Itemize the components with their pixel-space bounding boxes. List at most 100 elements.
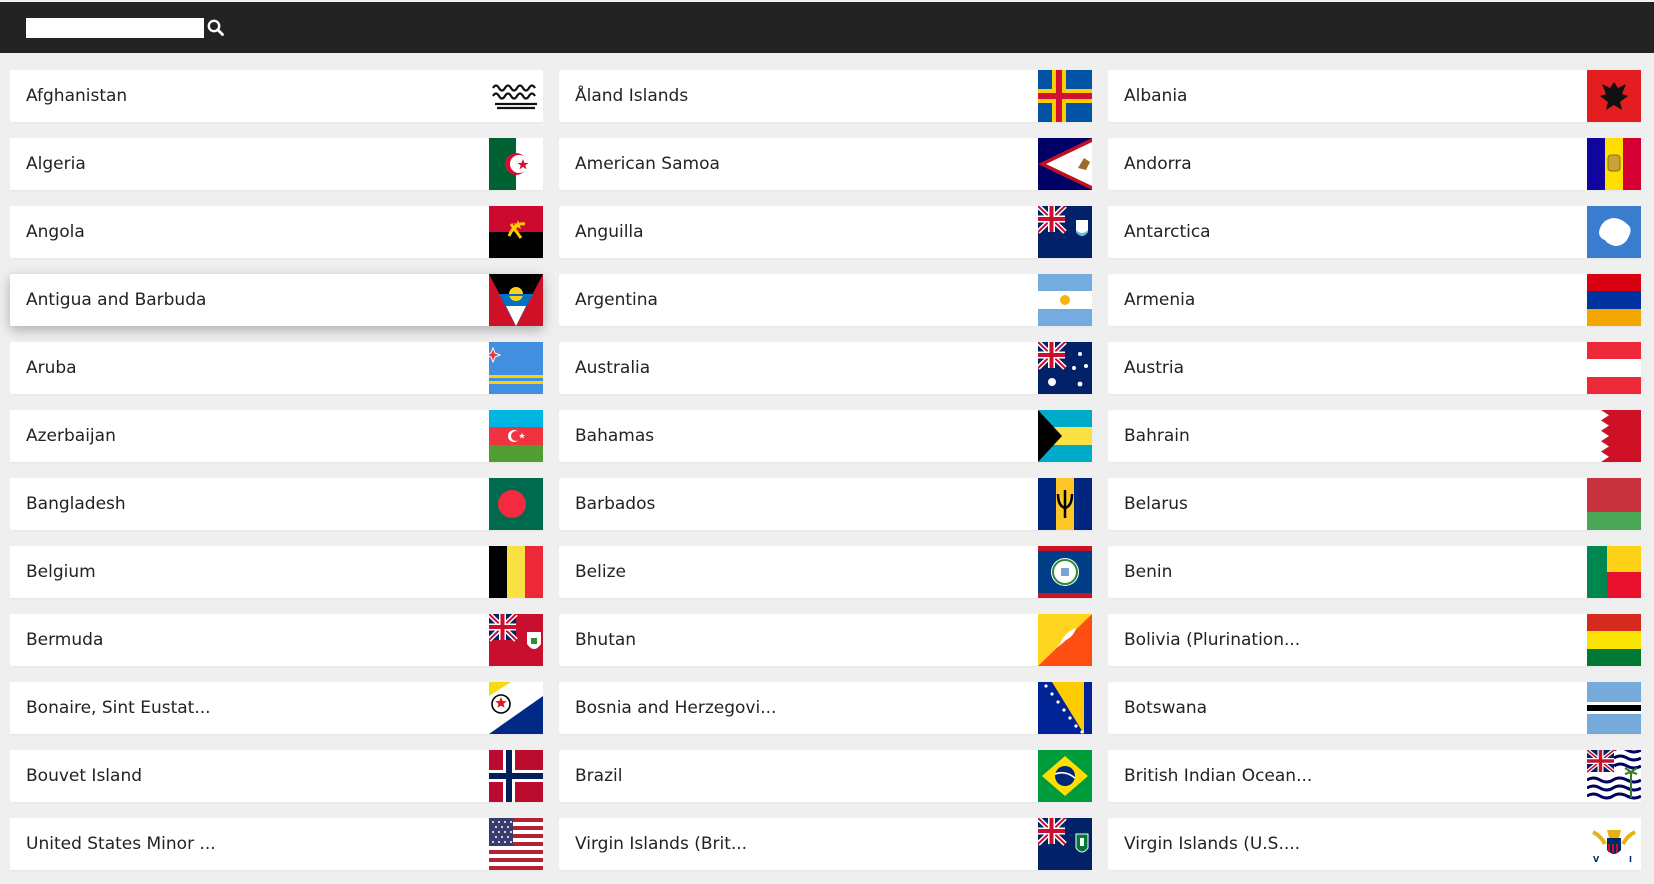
country-name: United States Minor ... <box>26 834 216 854</box>
australia-flag-icon <box>1038 342 1092 394</box>
country-card[interactable]: Anguilla <box>559 206 1092 258</box>
country-name: Belgium <box>26 562 96 582</box>
country-name: Bermuda <box>26 630 104 650</box>
svg-text:V: V <box>1593 855 1600 864</box>
anguilla-flag-icon <box>1038 206 1092 258</box>
country-card[interactable]: Albania <box>1108 70 1641 122</box>
country-card[interactable]: Belgium <box>10 546 543 598</box>
country-card[interactable]: Armenia <box>1108 274 1641 326</box>
country-card[interactable]: Bahrain <box>1108 410 1641 462</box>
us-minor-islands-flag-icon <box>489 818 543 870</box>
country-card[interactable]: Bolivia (Plurination... <box>1108 614 1641 666</box>
country-name: Bahrain <box>1124 426 1190 446</box>
belgium-flag-icon <box>489 546 543 598</box>
country-card[interactable]: Bouvet Island <box>10 750 543 802</box>
aruba-flag-icon <box>489 342 543 394</box>
country-card[interactable]: Bosnia and Herzegovi... <box>559 682 1092 734</box>
british-indian-ocean-flag-icon <box>1587 750 1641 802</box>
search-icon[interactable] <box>206 18 226 38</box>
country-card[interactable]: Belarus <box>1108 478 1641 530</box>
country-card[interactable]: Virgin Islands (U.S.... V I <box>1108 818 1641 870</box>
country-card[interactable]: Bonaire, Sint Eustat... <box>10 682 543 734</box>
country-card[interactable]: Bhutan <box>559 614 1092 666</box>
country-name: Virgin Islands (U.S.... <box>1124 834 1301 854</box>
country-name: Botswana <box>1124 698 1208 718</box>
country-name: Bhutan <box>575 630 637 650</box>
austria-flag-icon <box>1587 342 1641 394</box>
belize-flag-icon <box>1038 546 1092 598</box>
country-card[interactable]: Algeria <box>10 138 543 190</box>
country-name: Antigua and Barbuda <box>26 290 207 310</box>
country-card[interactable]: Botswana <box>1108 682 1641 734</box>
bouvet-island-flag-icon <box>489 750 543 802</box>
bosnia-flag-icon <box>1038 682 1092 734</box>
angola-flag-icon <box>489 206 543 258</box>
top-bar <box>0 0 1654 53</box>
country-name: Bahamas <box>575 426 655 446</box>
country-name: Bouvet Island <box>26 766 143 786</box>
bhutan-flag-icon <box>1038 614 1092 666</box>
country-card[interactable]: American Samoa <box>559 138 1092 190</box>
country-name: American Samoa <box>575 154 720 174</box>
svg-text:I: I <box>1629 855 1632 864</box>
country-card[interactable]: Bangladesh <box>10 478 543 530</box>
andorra-flag-icon <box>1587 138 1641 190</box>
country-card[interactable]: Brazil <box>559 750 1092 802</box>
country-name: Virgin Islands (Brit... <box>575 834 748 854</box>
country-card[interactable]: Argentina <box>559 274 1092 326</box>
country-card[interactable]: Angola <box>10 206 543 258</box>
country-card[interactable]: Bahamas <box>559 410 1092 462</box>
antigua-and-barbuda-flag-icon <box>489 274 543 326</box>
country-name: Afghanistan <box>26 86 128 106</box>
country-card[interactable]: British Indian Ocean... <box>1108 750 1641 802</box>
country-name: Argentina <box>575 290 658 310</box>
country-name: Aruba <box>26 358 77 378</box>
aland-islands-flag-icon <box>1038 70 1092 122</box>
country-name: Azerbaijan <box>26 426 116 446</box>
country-name: Bangladesh <box>26 494 126 514</box>
country-name: Angola <box>26 222 85 242</box>
country-card[interactable]: Åland Islands <box>559 70 1092 122</box>
country-card[interactable]: Benin <box>1108 546 1641 598</box>
country-card[interactable]: Azerbaijan <box>10 410 543 462</box>
country-name: Albania <box>1124 86 1188 106</box>
barbados-flag-icon <box>1038 478 1092 530</box>
antarctica-flag-icon <box>1587 206 1641 258</box>
argentina-flag-icon <box>1038 274 1092 326</box>
armenia-flag-icon <box>1587 274 1641 326</box>
country-card[interactable]: Bermuda <box>10 614 543 666</box>
azerbaijan-flag-icon <box>489 410 543 462</box>
country-name: Bonaire, Sint Eustat... <box>26 698 211 718</box>
search-input[interactable] <box>26 18 204 38</box>
country-name: Brazil <box>575 766 623 786</box>
country-card[interactable]: United States Minor ... <box>10 818 543 870</box>
country-card[interactable]: Australia <box>559 342 1092 394</box>
country-name: Algeria <box>26 154 86 174</box>
british-virgin-islands-flag-icon <box>1038 818 1092 870</box>
country-card[interactable]: Afghanistan <box>10 70 543 122</box>
country-name: Barbados <box>575 494 656 514</box>
country-name: Belarus <box>1124 494 1188 514</box>
country-card[interactable]: Belize <box>559 546 1092 598</box>
country-card[interactable]: Virgin Islands (Brit... <box>559 818 1092 870</box>
bolivia-flag-icon <box>1587 614 1641 666</box>
country-card[interactable]: Andorra <box>1108 138 1641 190</box>
country-card[interactable]: Austria <box>1108 342 1641 394</box>
bahamas-flag-icon <box>1038 410 1092 462</box>
country-card[interactable]: Barbados <box>559 478 1092 530</box>
algeria-flag-icon <box>489 138 543 190</box>
country-card[interactable]: Antarctica <box>1108 206 1641 258</box>
country-card[interactable]: Aruba <box>10 342 543 394</box>
country-name: Anguilla <box>575 222 644 242</box>
country-name: Armenia <box>1124 290 1196 310</box>
country-grid: Afghanistan Åland Islands Albania Algeri… <box>10 70 1641 870</box>
country-name: Belize <box>575 562 626 582</box>
botswana-flag-icon <box>1587 682 1641 734</box>
country-name: Australia <box>575 358 651 378</box>
country-card[interactable]: Antigua and Barbuda <box>10 274 543 326</box>
country-name: Bolivia (Plurination... <box>1124 630 1301 650</box>
brazil-flag-icon <box>1038 750 1092 802</box>
country-name: British Indian Ocean... <box>1124 766 1313 786</box>
country-name: Åland Islands <box>575 86 689 106</box>
american-samoa-flag-icon <box>1038 138 1092 190</box>
